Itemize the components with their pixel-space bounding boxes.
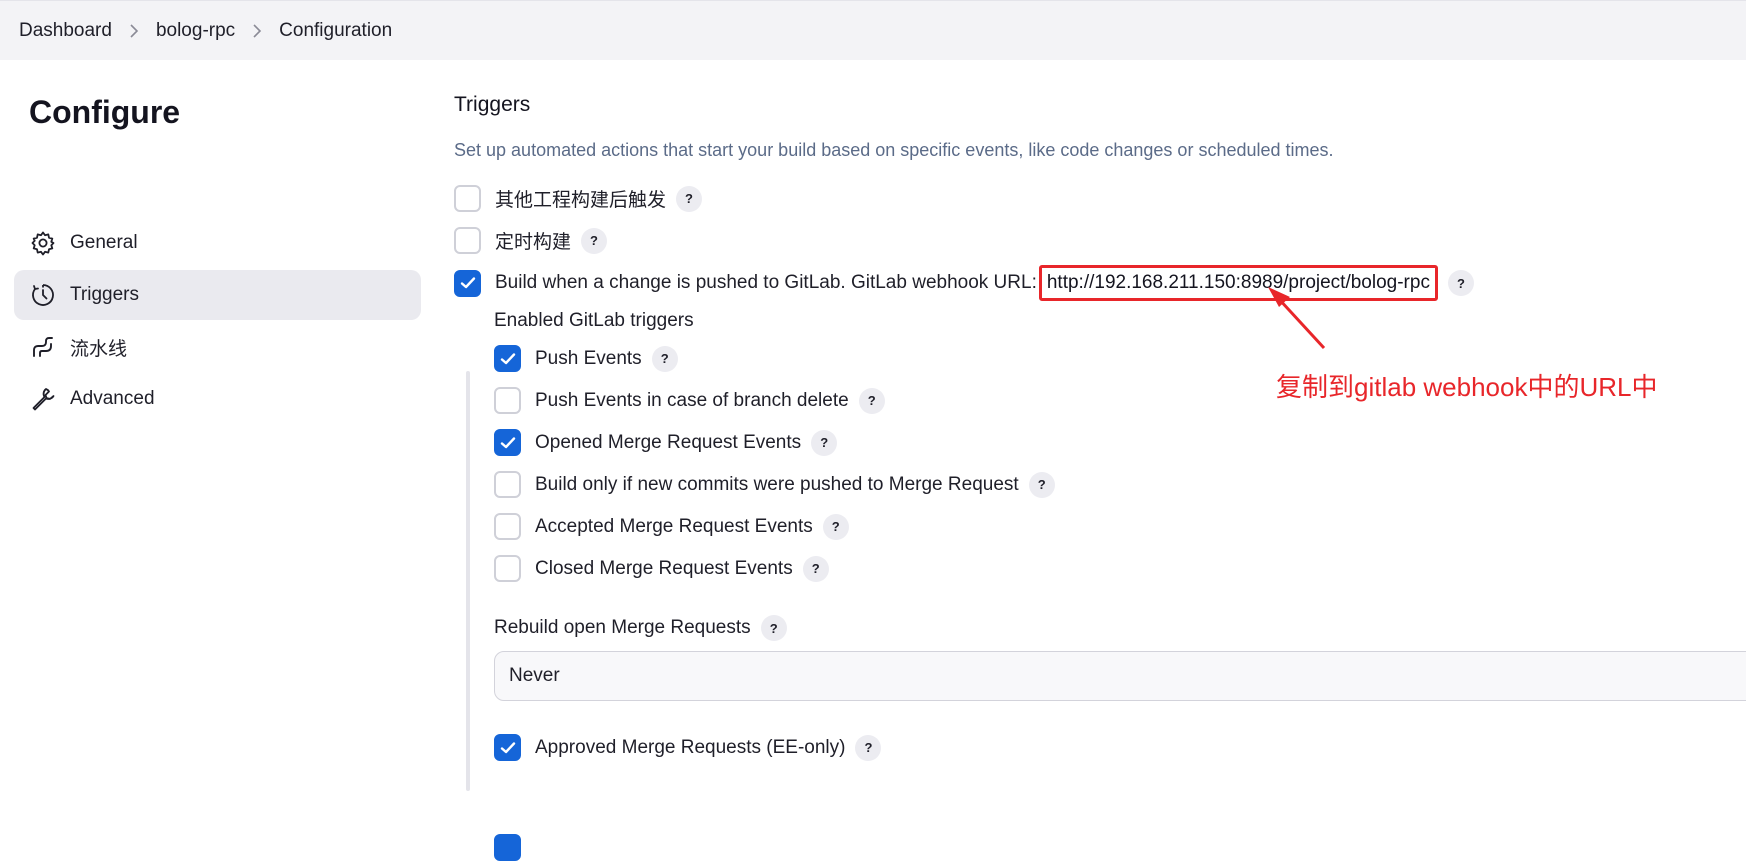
help-icon[interactable]: ? bbox=[822, 513, 849, 540]
wrench-icon bbox=[30, 386, 56, 412]
sidebar-item-pipeline[interactable]: 流水线 bbox=[14, 322, 421, 372]
breadcrumb-project[interactable]: bolog-rpc bbox=[156, 20, 235, 42]
triggers-section: Triggers Set up automated actions that s… bbox=[454, 60, 1746, 861]
gitlab-triggers-heading: Enabled GitLab triggers bbox=[494, 310, 694, 331]
webhook-url[interactable]: http://192.168.211.150:8989/project/bolo… bbox=[1038, 265, 1438, 301]
section-title: Triggers bbox=[454, 93, 531, 116]
option-label: Build only if new commits were pushed to… bbox=[535, 473, 1019, 495]
chevron-right-icon bbox=[235, 20, 279, 41]
help-icon[interactable]: ? bbox=[760, 615, 787, 641]
option-label: 其他工程构建后触发 bbox=[495, 190, 667, 211]
gitlab-event-new-commits-mr: Build only if new commits were pushed to… bbox=[494, 471, 1055, 498]
trigger-option-scheduled: 定时构建 ? bbox=[454, 227, 608, 254]
breadcrumb: Dashboard bolog-rpc Configuration bbox=[0, 0, 1746, 60]
trigger-option-gitlab: Build when a change is pushed to GitLab.… bbox=[454, 265, 1474, 301]
checkbox-checked[interactable] bbox=[494, 345, 521, 372]
clock-icon bbox=[30, 282, 56, 308]
option-label: Push Events in case of branch delete bbox=[535, 389, 849, 411]
check-icon bbox=[460, 277, 475, 289]
sidebar-item-triggers[interactable]: Triggers bbox=[14, 270, 421, 320]
gitlab-event-opened-mr: Opened Merge Request Events ? bbox=[494, 429, 838, 456]
gitlab-event-closed-mr: Closed Merge Request Events ? bbox=[494, 555, 829, 582]
checkbox[interactable] bbox=[494, 387, 521, 414]
option-label: Opened Merge Request Events bbox=[535, 431, 802, 453]
sidebar-item-label: Advanced bbox=[70, 388, 155, 409]
option-label: Push Events bbox=[535, 347, 642, 369]
page-title: Configure bbox=[29, 94, 181, 130]
rebuild-open-mr-label-row: Rebuild open Merge Requests ? bbox=[494, 615, 787, 641]
sidebar-item-general[interactable]: General bbox=[14, 218, 421, 268]
trigger-option-upstream: 其他工程构建后触发 ? bbox=[454, 185, 703, 212]
nested-section-indicator bbox=[466, 371, 470, 791]
pipeline-icon bbox=[30, 334, 56, 360]
check-icon bbox=[500, 436, 515, 448]
check-icon bbox=[500, 352, 515, 364]
option-label: Closed Merge Request Events bbox=[535, 557, 793, 579]
help-icon[interactable]: ? bbox=[651, 345, 678, 372]
help-icon[interactable]: ? bbox=[1447, 270, 1474, 296]
option-label: Build when a change is pushed to GitLab.… bbox=[495, 272, 1037, 293]
help-icon[interactable]: ? bbox=[802, 555, 829, 582]
checkbox[interactable] bbox=[494, 471, 521, 498]
rebuild-select-value: Never bbox=[509, 665, 560, 686]
option-label: Approved Merge Requests (EE-only) bbox=[535, 736, 846, 758]
breadcrumb-dashboard[interactable]: Dashboard bbox=[19, 20, 112, 42]
rebuild-label: Rebuild open Merge Requests bbox=[494, 617, 751, 638]
help-icon[interactable]: ? bbox=[1028, 471, 1055, 498]
chevron-right-icon bbox=[112, 20, 156, 41]
sidebar-item-label: 流水线 bbox=[70, 338, 128, 360]
help-icon[interactable]: ? bbox=[858, 387, 885, 414]
gitlab-event-approved-mr: Approved Merge Requests (EE-only) ? bbox=[494, 734, 882, 761]
gitlab-event-next-partial bbox=[494, 834, 521, 861]
checkbox[interactable] bbox=[494, 513, 521, 540]
gitlab-event-accepted-mr: Accepted Merge Request Events ? bbox=[494, 513, 849, 540]
annotation-note: 复制到gitlab webhook中的URL中 bbox=[1276, 372, 1658, 402]
checkbox[interactable] bbox=[454, 227, 481, 254]
checkbox-checked[interactable] bbox=[454, 269, 481, 297]
breadcrumb-configuration[interactable]: Configuration bbox=[279, 20, 392, 42]
rebuild-select[interactable]: Never bbox=[494, 651, 1746, 701]
help-icon[interactable]: ? bbox=[581, 227, 608, 254]
help-icon[interactable]: ? bbox=[676, 185, 703, 212]
sidebar-nav: General Triggers 流水线 Advanced bbox=[14, 218, 421, 426]
checkbox-checked[interactable] bbox=[494, 429, 521, 456]
gitlab-event-push-branch-delete: Push Events in case of branch delete ? bbox=[494, 387, 885, 414]
checkbox[interactable] bbox=[494, 555, 521, 582]
option-label: 定时构建 bbox=[495, 232, 572, 253]
gitlab-event-push: Push Events ? bbox=[494, 345, 678, 372]
check-icon bbox=[500, 741, 515, 753]
help-icon[interactable]: ? bbox=[855, 734, 882, 761]
sidebar-item-label: General bbox=[70, 232, 138, 253]
checkbox[interactable] bbox=[454, 185, 481, 212]
option-label: Accepted Merge Request Events bbox=[535, 515, 813, 537]
gear-icon bbox=[30, 230, 56, 256]
sidebar: Configure General Triggers 流水线 Advanced bbox=[0, 60, 430, 780]
section-description: Set up automated actions that start your… bbox=[454, 140, 1334, 160]
help-icon[interactable]: ? bbox=[811, 429, 838, 456]
sidebar-item-advanced[interactable]: Advanced bbox=[14, 374, 421, 424]
checkbox-checked[interactable] bbox=[494, 734, 521, 761]
checkbox-checked[interactable] bbox=[494, 834, 521, 861]
sidebar-item-label: Triggers bbox=[70, 284, 139, 305]
